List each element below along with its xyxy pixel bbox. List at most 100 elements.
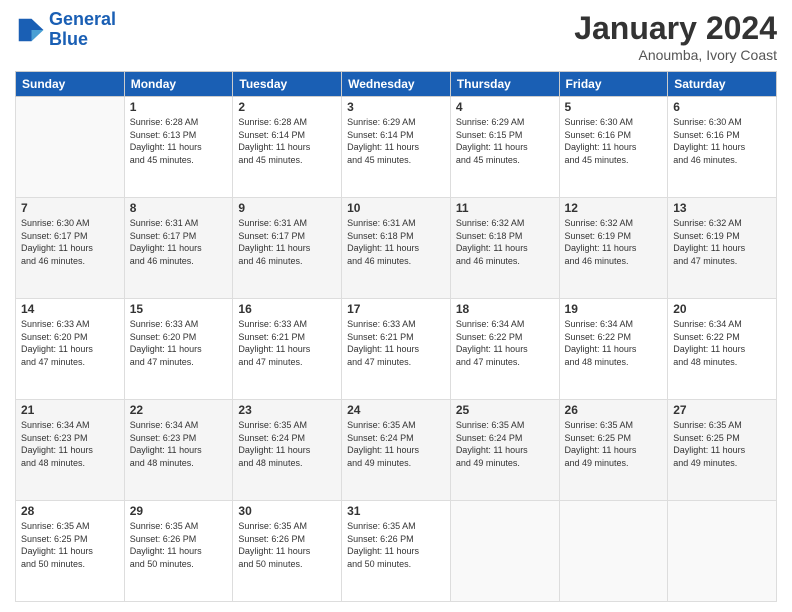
day-number: 9	[238, 201, 336, 215]
calendar-cell: 8Sunrise: 6:31 AMSunset: 6:17 PMDaylight…	[124, 198, 233, 299]
calendar-cell: 13Sunrise: 6:32 AMSunset: 6:19 PMDayligh…	[668, 198, 777, 299]
calendar-cell: 21Sunrise: 6:34 AMSunset: 6:23 PMDayligh…	[16, 400, 125, 501]
calendar-cell: 30Sunrise: 6:35 AMSunset: 6:26 PMDayligh…	[233, 501, 342, 602]
calendar-cell	[668, 501, 777, 602]
day-details: Sunrise: 6:33 AMSunset: 6:20 PMDaylight:…	[130, 318, 228, 368]
day-details: Sunrise: 6:34 AMSunset: 6:23 PMDaylight:…	[21, 419, 119, 469]
calendar-header-monday: Monday	[124, 72, 233, 97]
calendar-cell: 20 Sunrise: 6:34 AMSunset: 6:22 PMDayligh…	[668, 299, 777, 400]
day-number: 28	[21, 504, 119, 518]
day-number: 3	[347, 100, 445, 114]
calendar-header-thursday: Thursday	[450, 72, 559, 97]
logo-icon	[15, 15, 45, 45]
month-title: January 2024	[574, 10, 777, 47]
day-number: 17	[347, 302, 445, 316]
calendar-cell: 10 Sunrise: 6:31 AMSunset: 6:18 PMDayligh…	[342, 198, 451, 299]
calendar-cell: 6 Sunrise: 6:30 AMSunset: 6:16 PMDaylight…	[668, 97, 777, 198]
day-number: 20	[673, 302, 771, 316]
day-number: 19	[565, 302, 663, 316]
logo-text: General Blue	[49, 10, 116, 50]
day-details: Sunrise: 6:32 AMSunset: 6:18 PMDaylight:…	[456, 217, 554, 267]
calendar-cell: 22 Sunrise: 6:34 AMSunset: 6:23 PMDayligh…	[124, 400, 233, 501]
day-number: 1	[130, 100, 228, 114]
day-details: Sunrise: 6:33 AMSunset: 6:21 PMDaylight:…	[238, 318, 336, 368]
calendar-week-row: 28Sunrise: 6:35 AMSunset: 6:25 PMDayligh…	[16, 501, 777, 602]
calendar-cell	[450, 501, 559, 602]
day-details: Sunrise: 6:35 AMSunset: 6:25 PMDaylight:…	[673, 419, 771, 469]
logo: General Blue	[15, 10, 116, 50]
day-number: 10	[347, 201, 445, 215]
day-number: 15	[130, 302, 228, 316]
calendar-cell: 24 Sunrise: 6:35 AMSunset: 6:24 PMDayligh…	[342, 400, 451, 501]
calendar-cell: 16Sunrise: 6:33 AMSunset: 6:21 PMDayligh…	[233, 299, 342, 400]
calendar-cell: 26 Sunrise: 6:35 AMSunset: 6:25 PMDayligh…	[559, 400, 668, 501]
day-details: Sunrise: 6:35 AMSunset: 6:26 PMDaylight:…	[130, 520, 228, 570]
day-number: 7	[21, 201, 119, 215]
day-details: Sunrise: 6:29 AMSunset: 6:15 PMDaylight:…	[456, 116, 554, 166]
day-number: 18	[456, 302, 554, 316]
calendar-header-wednesday: Wednesday	[342, 72, 451, 97]
calendar-cell: 12Sunrise: 6:32 AMSunset: 6:19 PMDayligh…	[559, 198, 668, 299]
calendar-cell	[16, 97, 125, 198]
title-block: January 2024 Anoumba, Ivory Coast	[574, 10, 777, 63]
day-details: Sunrise: 6:34 AMSunset: 6:22 PMDaylight:…	[673, 318, 771, 368]
logo-line1: General	[49, 9, 116, 29]
day-number: 22	[130, 403, 228, 417]
day-details: Sunrise: 6:35 AMSunset: 6:26 PMDaylight:…	[238, 520, 336, 570]
calendar-cell: 31Sunrise: 6:35 AMSunset: 6:26 PMDayligh…	[342, 501, 451, 602]
day-details: Sunrise: 6:32 AMSunset: 6:19 PMDaylight:…	[673, 217, 771, 267]
calendar-header-row: SundayMondayTuesdayWednesdayThursdayFrid…	[16, 72, 777, 97]
day-number: 11	[456, 201, 554, 215]
day-details: Sunrise: 6:35 AMSunset: 6:25 PMDaylight:…	[565, 419, 663, 469]
calendar-header-tuesday: Tuesday	[233, 72, 342, 97]
calendar-cell: 11 Sunrise: 6:32 AMSunset: 6:18 PMDayligh…	[450, 198, 559, 299]
day-number: 4	[456, 100, 554, 114]
day-details: Sunrise: 6:30 AMSunset: 6:17 PMDaylight:…	[21, 217, 119, 267]
calendar-cell: 18 Sunrise: 6:34 AMSunset: 6:22 PMDayligh…	[450, 299, 559, 400]
day-details: Sunrise: 6:31 AMSunset: 6:17 PMDaylight:…	[238, 217, 336, 267]
day-details: Sunrise: 6:34 AMSunset: 6:23 PMDaylight:…	[130, 419, 228, 469]
calendar-cell: 9 Sunrise: 6:31 AMSunset: 6:17 PMDaylight…	[233, 198, 342, 299]
calendar-cell: 3 Sunrise: 6:29 AMSunset: 6:14 PMDaylight…	[342, 97, 451, 198]
header: General Blue January 2024 Anoumba, Ivory…	[15, 10, 777, 63]
calendar-week-row: 21Sunrise: 6:34 AMSunset: 6:23 PMDayligh…	[16, 400, 777, 501]
day-details: Sunrise: 6:32 AMSunset: 6:19 PMDaylight:…	[565, 217, 663, 267]
day-details: Sunrise: 6:30 AMSunset: 6:16 PMDaylight:…	[673, 116, 771, 166]
calendar-cell: 28Sunrise: 6:35 AMSunset: 6:25 PMDayligh…	[16, 501, 125, 602]
day-details: Sunrise: 6:31 AMSunset: 6:18 PMDaylight:…	[347, 217, 445, 267]
calendar-cell: 15 Sunrise: 6:33 AMSunset: 6:20 PMDayligh…	[124, 299, 233, 400]
day-number: 5	[565, 100, 663, 114]
calendar-cell: 14Sunrise: 6:33 AMSunset: 6:20 PMDayligh…	[16, 299, 125, 400]
calendar-cell: 29 Sunrise: 6:35 AMSunset: 6:26 PMDayligh…	[124, 501, 233, 602]
calendar-cell: 5 Sunrise: 6:30 AMSunset: 6:16 PMDaylight…	[559, 97, 668, 198]
calendar-week-row: 14Sunrise: 6:33 AMSunset: 6:20 PMDayligh…	[16, 299, 777, 400]
calendar-cell: 1 Sunrise: 6:28 AMSunset: 6:13 PMDaylight…	[124, 97, 233, 198]
calendar-cell: 17Sunrise: 6:33 AMSunset: 6:21 PMDayligh…	[342, 299, 451, 400]
day-details: Sunrise: 6:35 AMSunset: 6:24 PMDaylight:…	[347, 419, 445, 469]
day-details: Sunrise: 6:35 AMSunset: 6:26 PMDaylight:…	[347, 520, 445, 570]
day-details: Sunrise: 6:35 AMSunset: 6:24 PMDaylight:…	[456, 419, 554, 469]
day-details: Sunrise: 6:29 AMSunset: 6:14 PMDaylight:…	[347, 116, 445, 166]
day-details: Sunrise: 6:28 AMSunset: 6:13 PMDaylight:…	[130, 116, 228, 166]
calendar-header-saturday: Saturday	[668, 72, 777, 97]
day-number: 25	[456, 403, 554, 417]
day-details: Sunrise: 6:31 AMSunset: 6:17 PMDaylight:…	[130, 217, 228, 267]
calendar-cell: 19 Sunrise: 6:34 AMSunset: 6:22 PMDayligh…	[559, 299, 668, 400]
day-details: Sunrise: 6:28 AMSunset: 6:14 PMDaylight:…	[238, 116, 336, 166]
calendar-cell	[559, 501, 668, 602]
calendar-cell: 25 Sunrise: 6:35 AMSunset: 6:24 PMDayligh…	[450, 400, 559, 501]
day-number: 29	[130, 504, 228, 518]
logo-line2: Blue	[49, 29, 88, 49]
day-number: 24	[347, 403, 445, 417]
day-details: Sunrise: 6:30 AMSunset: 6:16 PMDaylight:…	[565, 116, 663, 166]
location-subtitle: Anoumba, Ivory Coast	[574, 47, 777, 63]
day-details: Sunrise: 6:35 AMSunset: 6:24 PMDaylight:…	[238, 419, 336, 469]
day-details: Sunrise: 6:34 AMSunset: 6:22 PMDaylight:…	[456, 318, 554, 368]
day-number: 26	[565, 403, 663, 417]
day-details: Sunrise: 6:34 AMSunset: 6:22 PMDaylight:…	[565, 318, 663, 368]
day-number: 6	[673, 100, 771, 114]
calendar-week-row: 1 Sunrise: 6:28 AMSunset: 6:13 PMDaylight…	[16, 97, 777, 198]
day-number: 27	[673, 403, 771, 417]
calendar-cell: 2Sunrise: 6:28 AMSunset: 6:14 PMDaylight…	[233, 97, 342, 198]
day-details: Sunrise: 6:33 AMSunset: 6:20 PMDaylight:…	[21, 318, 119, 368]
